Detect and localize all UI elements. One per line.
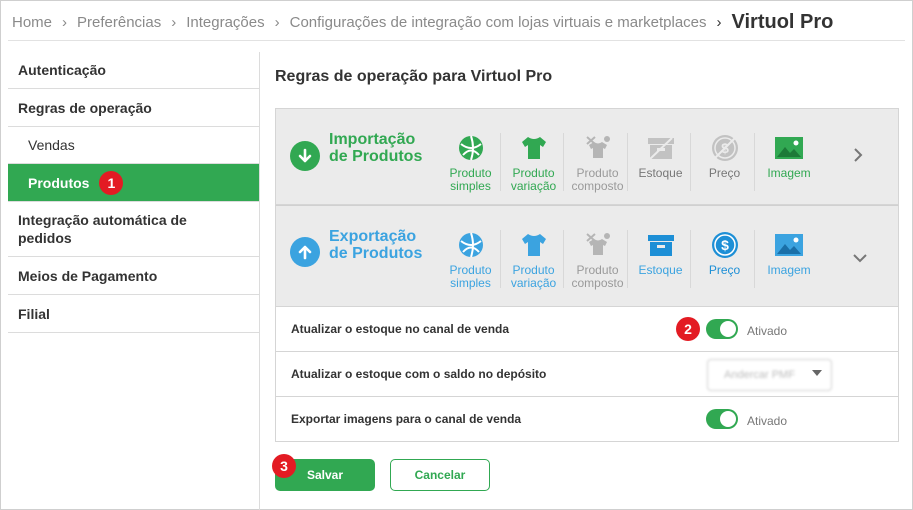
arrow-down-icon: [290, 141, 320, 171]
tile-exp-imagem[interactable]: Imagem: [759, 230, 819, 277]
composite-icon: [568, 230, 627, 260]
sidebar-item-label: Integração automática de pedidos: [18, 212, 187, 246]
shirt-icon: [504, 133, 563, 163]
chevron-right-icon[interactable]: [852, 147, 868, 163]
tile-label: Produto composto: [571, 263, 624, 290]
tile-label: Preço: [708, 263, 741, 277]
chevron-right-icon: ›: [62, 13, 68, 31]
sidebar-item-produtos[interactable]: Produtos 1: [8, 164, 260, 202]
tile-label: Produto simples: [449, 166, 492, 193]
ball-icon: [441, 230, 500, 260]
tile-label: Estoque: [638, 166, 683, 180]
step-badge-3: 3: [272, 454, 296, 478]
deposito-select-value: Andercar PMF: [724, 369, 795, 381]
tile-imp-produto-simples[interactable]: Produto simples: [441, 133, 501, 193]
toggle-status: Ativado: [747, 414, 788, 428]
tile-exp-produto-simples[interactable]: Produto simples: [441, 230, 501, 290]
chevron-down-icon[interactable]: [852, 248, 868, 264]
exportacao-panel: Exportação de Produtos Produto simples P…: [275, 205, 899, 307]
breadcrumb-divider: [8, 40, 905, 41]
tile-imp-estoque[interactable]: Estoque: [631, 133, 691, 191]
caret-down-icon[interactable]: [812, 370, 822, 376]
tile-exp-estoque[interactable]: Estoque: [631, 230, 691, 288]
dollar-icon: $: [695, 133, 754, 163]
tile-label: Produto variação: [510, 166, 557, 193]
sidebar-item-meios-pagamento[interactable]: Meios de Pagamento: [8, 257, 260, 295]
tile-label: Preço: [708, 166, 741, 180]
shirt-icon: [504, 230, 563, 260]
breadcrumb-integracoes[interactable]: Integrações: [186, 14, 264, 31]
sidebar-item-regras[interactable]: Regras de operação: [8, 89, 260, 127]
export-settings: Atualizar o estoque no canal de venda 2 …: [275, 307, 899, 442]
sidebar-item-integracao-pedidos[interactable]: Integração automática de pedidos: [8, 202, 260, 257]
setting-label: Exportar imagens para o canal de venda: [291, 412, 522, 426]
sidebar-item-filial[interactable]: Filial: [8, 295, 260, 333]
importacao-title: Importação de Produtos: [329, 131, 423, 165]
tile-label: Imagem: [767, 166, 811, 180]
breadcrumb: Home › Preferências › Integrações › Conf…: [12, 8, 833, 36]
sidebar: Autenticação Regras de operação Vendas P…: [8, 52, 260, 333]
sidebar-item-label: Vendas: [28, 137, 75, 153]
step-badge-2: 2: [676, 317, 700, 341]
sidebar-item-label: Autenticação: [18, 62, 106, 78]
sidebar-item-label: Filial: [18, 305, 50, 322]
setting-row-saldo-deposito: Atualizar o estoque com o saldo no depós…: [276, 352, 898, 397]
toggle-exportar-imagens[interactable]: [706, 409, 738, 429]
breadcrumb-preferencias[interactable]: Preferências: [77, 14, 161, 31]
tile-label: Produto simples: [449, 263, 492, 290]
composite-icon: [568, 133, 627, 163]
sidebar-item-label: Meios de Pagamento: [18, 267, 158, 284]
sidebar-divider: [259, 52, 260, 510]
breadcrumb-home[interactable]: Home: [12, 14, 52, 31]
tile-label: Imagem: [767, 263, 811, 277]
tile-exp-produto-variacao[interactable]: Produto variação: [504, 230, 564, 290]
toggle-atualizar-estoque[interactable]: [706, 319, 738, 339]
cancel-button[interactable]: Cancelar: [390, 459, 490, 491]
tile-label: Estoque: [638, 263, 683, 277]
section-title: Regras de operação para Virtuol Pro: [275, 68, 553, 85]
exportacao-title: Exportação de Produtos: [329, 228, 423, 262]
chevron-right-icon: ›: [171, 13, 177, 31]
ball-icon: [441, 133, 500, 163]
tile-label: Produto variação: [510, 263, 557, 290]
sidebar-item-autenticacao[interactable]: Autenticação: [8, 52, 260, 89]
tile-imp-imagem[interactable]: Imagem: [759, 133, 819, 180]
tile-imp-preco[interactable]: $ Preço: [695, 133, 755, 191]
tile-imp-produto-variacao[interactable]: Produto variação: [504, 133, 564, 193]
toggle-status: Ativado: [747, 324, 788, 338]
tile-imp-produto-composto[interactable]: Produto composto: [568, 133, 628, 193]
sidebar-item-label: Regras de operação: [18, 99, 152, 116]
step-badge-1: 1: [99, 170, 124, 195]
chevron-right-icon: ›: [716, 13, 722, 31]
setting-label: Atualizar o estoque com o saldo no depós…: [291, 367, 547, 381]
tile-label: Produto composto: [571, 166, 624, 193]
chevron-right-icon: ›: [274, 13, 280, 31]
importacao-panel: Importação de Produtos Produto simples P…: [275, 108, 899, 205]
tile-exp-preco[interactable]: $ Preço: [695, 230, 755, 288]
image-icon: [759, 133, 819, 163]
svg-text:$: $: [721, 237, 729, 253]
breadcrumb-configuracoes[interactable]: Configurações de integração com lojas vi…: [290, 14, 707, 31]
image-icon: [759, 230, 819, 260]
setting-label: Atualizar o estoque no canal de venda: [291, 322, 510, 336]
box-icon: [631, 133, 690, 163]
sidebar-item-vendas[interactable]: Vendas: [8, 127, 260, 164]
dollar-icon: $: [695, 230, 754, 260]
box-icon: [631, 230, 690, 260]
page-title: Virtuol Pro: [731, 10, 834, 33]
setting-row-exportar-imagens: Exportar imagens para o canal de venda A…: [276, 397, 898, 441]
setting-row-atualizar-estoque: Atualizar o estoque no canal de venda 2 …: [276, 307, 898, 352]
tile-exp-produto-composto[interactable]: Produto composto: [568, 230, 628, 290]
arrow-up-icon: [290, 237, 320, 267]
sidebar-item-label: Produtos: [28, 174, 90, 191]
